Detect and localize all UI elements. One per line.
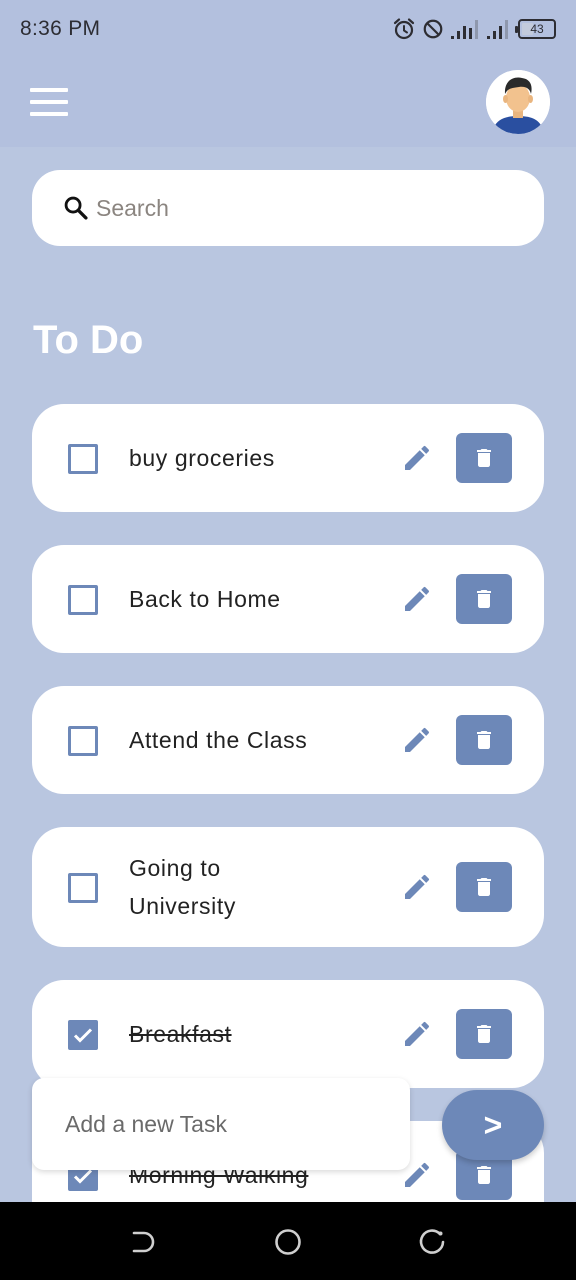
todo-item: Attend the Class: [32, 686, 544, 794]
alarm-icon: [392, 17, 416, 41]
status-icons: 43: [392, 16, 556, 42]
todo-text: Going to University: [129, 855, 236, 919]
signal-icon: [486, 18, 512, 40]
todo-checkbox-checked[interactable]: [68, 1020, 98, 1050]
delete-button[interactable]: [456, 862, 512, 912]
delete-button[interactable]: [456, 574, 512, 624]
status-bar: 8:36 PM 43: [0, 0, 576, 58]
hamburger-menu-icon[interactable]: [30, 88, 68, 116]
todo-text: Back to Home: [129, 586, 281, 612]
delete-button[interactable]: [456, 1009, 512, 1059]
todo-text: Attend the Class: [129, 727, 308, 753]
do-not-disturb-icon: [422, 18, 444, 40]
trash-icon: [477, 449, 491, 467]
nav-home-icon[interactable]: [274, 1228, 302, 1256]
status-time: 8:36 PM: [20, 17, 101, 40]
edit-icon[interactable]: [400, 582, 434, 616]
nav-recent-apps-icon[interactable]: [418, 1228, 446, 1256]
delete-button[interactable]: [456, 433, 512, 483]
todo-checkbox[interactable]: [68, 726, 98, 756]
edit-icon[interactable]: [400, 723, 434, 757]
system-nav-bar: [0, 1202, 576, 1280]
nav-back-icon[interactable]: [130, 1228, 158, 1256]
trash-icon: [477, 878, 491, 896]
add-task-input[interactable]: [65, 1110, 385, 1138]
add-task-submit-button[interactable]: >: [442, 1090, 544, 1160]
todo-text: Breakfast: [129, 1021, 232, 1047]
app-bar: [0, 58, 576, 147]
edit-icon[interactable]: [400, 1017, 434, 1051]
page-title: To Do: [33, 318, 144, 362]
todo-checkbox[interactable]: [68, 585, 98, 615]
edit-icon[interactable]: [400, 441, 434, 475]
todo-item: Going to University: [32, 827, 544, 947]
search-input[interactable]: [96, 194, 496, 222]
battery-icon: 43: [515, 19, 556, 39]
checkmark-icon: [73, 1028, 93, 1043]
todo-item: Breakfast: [32, 980, 544, 1088]
trash-icon: [477, 731, 491, 749]
battery-level: 43: [530, 22, 544, 36]
search-bar[interactable]: [32, 170, 544, 246]
todo-item: buy groceries: [32, 404, 544, 512]
edit-icon[interactable]: [400, 870, 434, 904]
avatar[interactable]: [486, 70, 550, 134]
todo-text: buy groceries: [129, 445, 275, 471]
trash-icon: [477, 1025, 491, 1043]
todo-item: Back to Home: [32, 545, 544, 653]
delete-button[interactable]: [456, 715, 512, 765]
add-task-bar[interactable]: [32, 1078, 410, 1170]
search-icon: [62, 194, 90, 222]
todo-checkbox[interactable]: [68, 873, 98, 903]
trash-icon: [477, 590, 491, 608]
todo-checkbox[interactable]: [68, 444, 98, 474]
trash-icon: [477, 1166, 491, 1184]
signal-icon: [450, 18, 480, 40]
